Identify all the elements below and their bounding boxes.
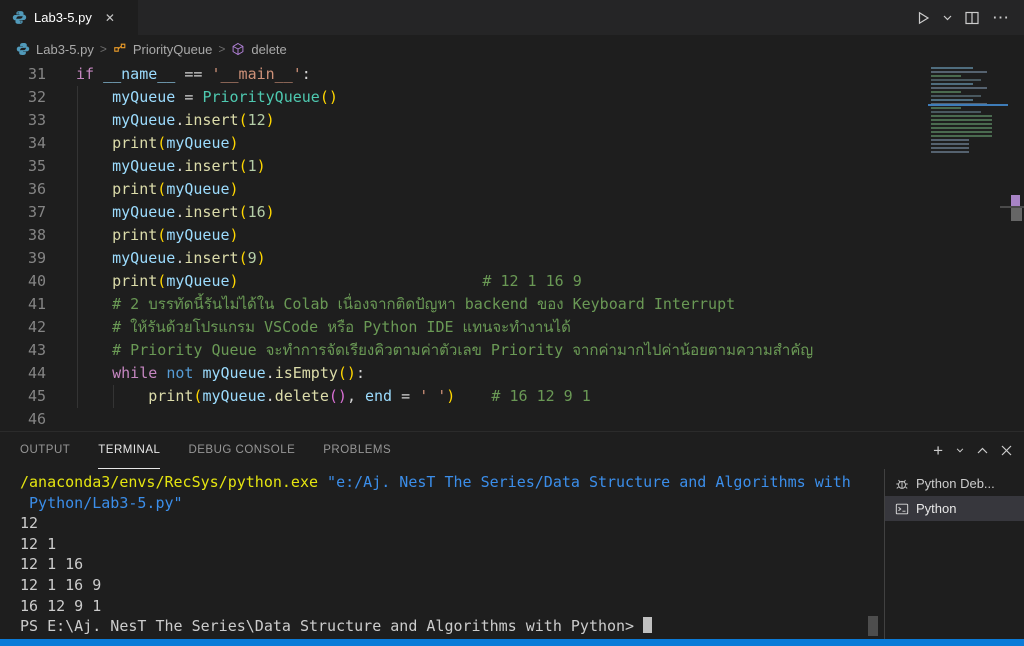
- tab-output[interactable]: OUTPUT: [20, 432, 70, 469]
- line-number: 35: [0, 155, 46, 178]
- bottom-panel: OUTPUT TERMINAL DEBUG CONSOLE PROBLEMS +…: [0, 431, 1024, 639]
- line-number: 42: [0, 316, 46, 339]
- line-number: 43: [0, 339, 46, 362]
- panel-body: /anaconda3/envs/RecSys/python.exe "e:/Aj…: [0, 469, 1024, 639]
- panel-header: OUTPUT TERMINAL DEBUG CONSOLE PROBLEMS +: [0, 432, 1024, 469]
- run-dropdown-icon[interactable]: [943, 15, 952, 21]
- breadcrumb: Lab3-5.py > PriorityQueue > delete: [0, 35, 1024, 63]
- tab-problems[interactable]: PROBLEMS: [323, 432, 391, 469]
- line-number: 37: [0, 201, 46, 224]
- debug-icon: [895, 477, 909, 491]
- code-line[interactable]: 44 while not myQueue.isEmpty():: [0, 362, 1024, 385]
- tab-lab3-5[interactable]: Lab3-5.py ✕: [0, 0, 138, 35]
- terminal-cursor: [643, 617, 652, 633]
- terminal-line: Python/Lab3-5.py": [20, 493, 883, 514]
- tab-debug-console[interactable]: DEBUG CONSOLE: [188, 432, 295, 469]
- line-number: 31: [0, 63, 46, 86]
- terminal-tab-python[interactable]: Python: [885, 496, 1024, 521]
- terminal-tab-label: Python: [916, 501, 956, 516]
- terminal-viewport[interactable]: /anaconda3/envs/RecSys/python.exe "e:/Aj…: [0, 469, 883, 639]
- tab-terminal[interactable]: TERMINAL: [98, 432, 160, 469]
- line-number: 44: [0, 362, 46, 385]
- line-number: 34: [0, 132, 46, 155]
- breadcrumb-item-class[interactable]: PriorityQueue: [133, 42, 212, 57]
- new-terminal-icon[interactable]: +: [933, 441, 943, 461]
- minimap-highlight: [928, 104, 1008, 106]
- line-number: 39: [0, 247, 46, 270]
- editor-tab-bar: Lab3-5.py ✕ ⋯: [0, 0, 1024, 35]
- more-actions-icon[interactable]: ⋯: [992, 8, 1010, 28]
- terminal-icon: [895, 502, 909, 516]
- code-line[interactable]: 35 myQueue.insert(1): [0, 155, 1024, 178]
- code-line[interactable]: 42 # ให้รันด้วยโปรแกรม VSCode หรือ Pytho…: [0, 316, 1024, 339]
- panel-actions: +: [933, 432, 1012, 469]
- code-line[interactable]: 43 # Priority Queue จะทำการจัดเรียงคิวตา…: [0, 339, 1024, 362]
- terminal-dropdown-icon[interactable]: [956, 448, 964, 453]
- split-editor-icon[interactable]: [964, 10, 980, 26]
- terminal-line: 16 12 9 1: [20, 596, 883, 617]
- line-number: 45: [0, 385, 46, 408]
- terminal-line: 12: [20, 513, 883, 534]
- terminal-line: /anaconda3/envs/RecSys/python.exe "e:/Aj…: [20, 472, 883, 493]
- terminal-tab-label: Python Deb...: [916, 476, 995, 491]
- class-icon: [113, 42, 127, 56]
- run-icon[interactable]: [915, 10, 931, 26]
- code-line[interactable]: 46: [0, 408, 1024, 431]
- indent-guide: [113, 385, 114, 408]
- breadcrumb-item-method[interactable]: delete: [251, 42, 286, 57]
- line-number: 46: [0, 408, 46, 431]
- line-number: 38: [0, 224, 46, 247]
- terminal-line: 12 1 16: [20, 554, 883, 575]
- breadcrumb-separator: >: [218, 42, 225, 56]
- method-icon: [231, 42, 245, 56]
- code-line[interactable]: 31if __name__ == '__main__':: [0, 63, 1024, 86]
- code-lines: 31if __name__ == '__main__':32 myQueue =…: [0, 63, 1024, 431]
- code-line[interactable]: 45 print(myQueue.delete(), end = ' ') # …: [0, 385, 1024, 408]
- line-number: 36: [0, 178, 46, 201]
- overview-ruler-marker: [1011, 195, 1020, 206]
- code-line[interactable]: 39 myQueue.insert(9): [0, 247, 1024, 270]
- code-editor[interactable]: 31if __name__ == '__main__':32 myQueue =…: [0, 63, 1024, 431]
- close-panel-icon[interactable]: [1001, 445, 1012, 456]
- code-line[interactable]: 36 print(myQueue): [0, 178, 1024, 201]
- editor-actions: ⋯: [915, 0, 1024, 35]
- terminal-line: PS E:\Aj. NesT The Series\Data Structure…: [20, 616, 883, 637]
- line-number: 32: [0, 86, 46, 109]
- terminal-line: 12 1 16 9: [20, 575, 883, 596]
- python-file-icon: [12, 10, 27, 25]
- code-line[interactable]: 32 myQueue = PriorityQueue(): [0, 86, 1024, 109]
- indent-guide: [77, 86, 78, 408]
- code-line[interactable]: 37 myQueue.insert(16): [0, 201, 1024, 224]
- terminal-scrollbar-handle[interactable]: [868, 616, 878, 636]
- code-line[interactable]: 38 print(myQueue): [0, 224, 1024, 247]
- line-number: 33: [0, 109, 46, 132]
- code-line[interactable]: 40 print(myQueue) # 12 1 16 9: [0, 270, 1024, 293]
- code-line[interactable]: 41 # 2 บรรทัดนี้รันไม่ได้ใน Colab เนื่อง…: [0, 293, 1024, 316]
- window-bottom-accent: [0, 639, 1024, 646]
- code-line[interactable]: 33 myQueue.insert(12): [0, 109, 1024, 132]
- maximize-panel-icon[interactable]: [977, 447, 988, 454]
- terminal-tab-python-debug[interactable]: Python Deb...: [885, 471, 1024, 496]
- breadcrumb-separator: >: [100, 42, 107, 56]
- tab-label: Lab3-5.py: [34, 10, 92, 25]
- terminal-line: 12 1: [20, 534, 883, 555]
- line-number: 40: [0, 270, 46, 293]
- minimap[interactable]: [928, 65, 1008, 425]
- code-line[interactable]: 34 print(myQueue): [0, 132, 1024, 155]
- terminal-tabs-list: Python Deb... Python: [884, 469, 1024, 639]
- line-number: 41: [0, 293, 46, 316]
- breadcrumb-item-file[interactable]: Lab3-5.py: [36, 42, 94, 57]
- close-tab-icon[interactable]: ✕: [105, 11, 115, 25]
- python-file-icon: [16, 42, 30, 56]
- editor-scrollbar-handle[interactable]: [1011, 208, 1022, 221]
